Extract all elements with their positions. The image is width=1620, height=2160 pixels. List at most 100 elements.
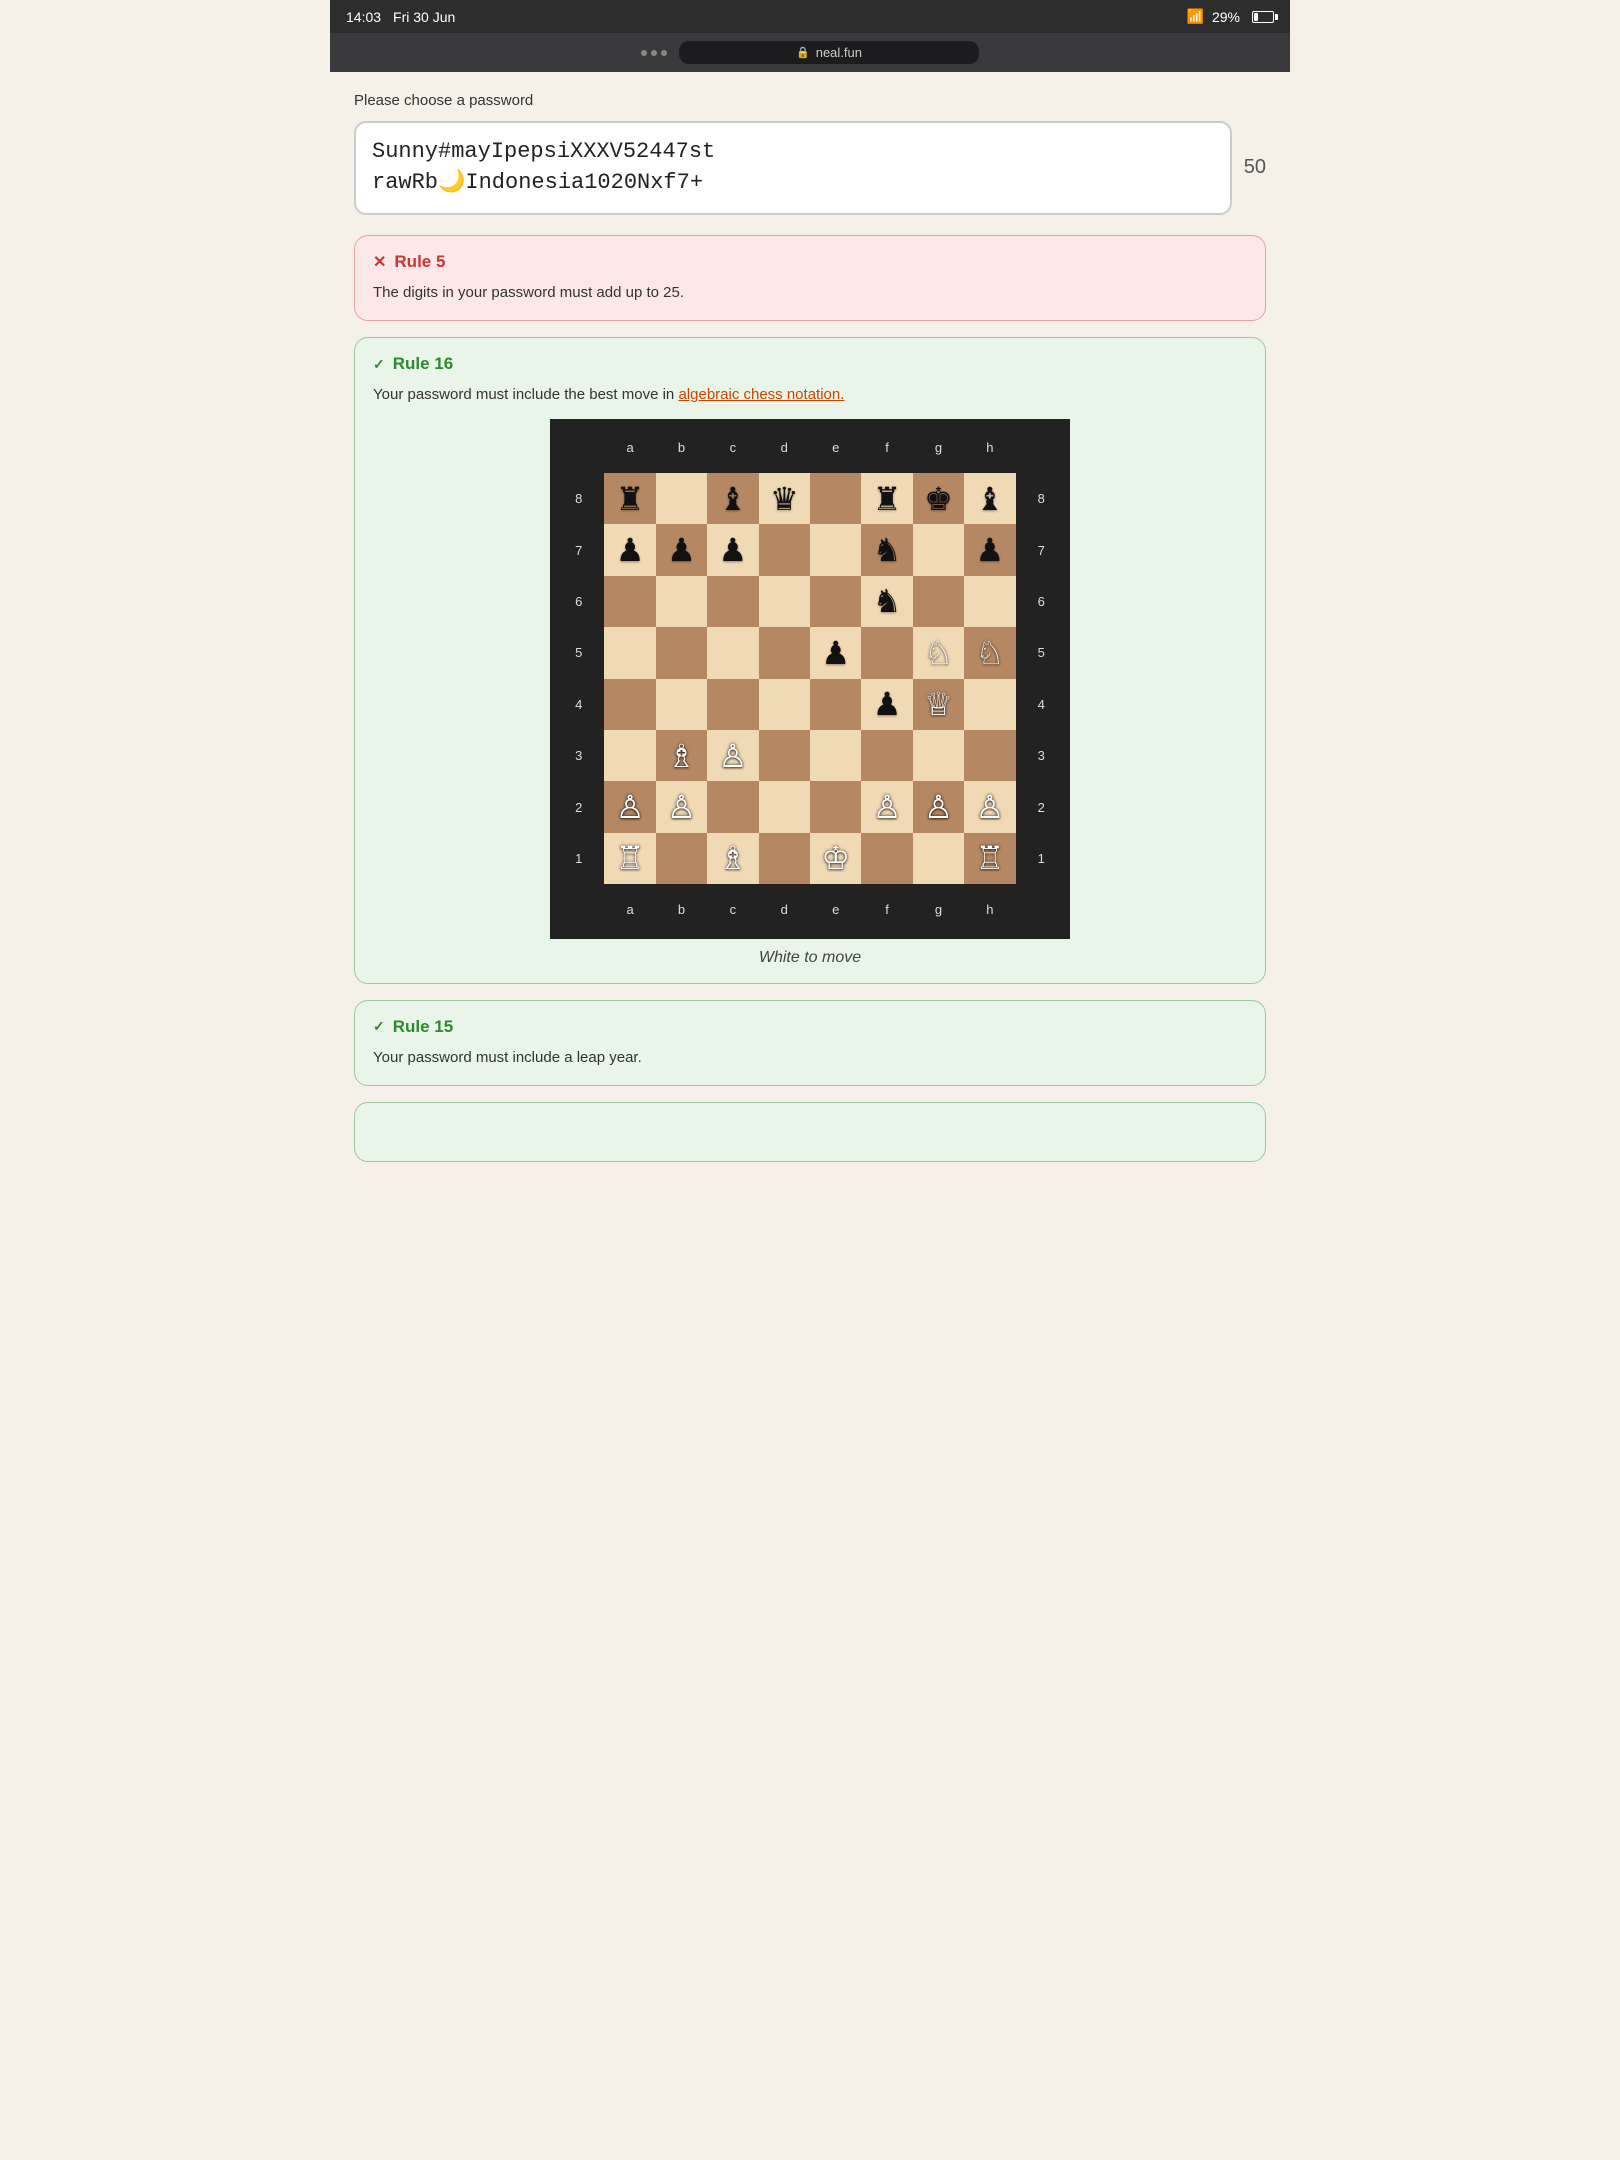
black-piece: ♛: [770, 483, 799, 515]
battery-icon: [1252, 11, 1274, 23]
board-cell: ♔: [810, 833, 861, 884]
black-piece: ♟: [667, 534, 696, 566]
coord-label: 4: [553, 679, 604, 730]
coord-label: [1016, 422, 1067, 473]
board-cell: [810, 576, 861, 627]
white-piece: ♘: [976, 637, 1005, 669]
coord-label: 2: [1016, 781, 1067, 832]
board-cell: ♟: [656, 524, 707, 575]
white-piece: ♙: [924, 791, 953, 823]
board-cell: ♟: [604, 524, 655, 575]
board-cell: ♙: [656, 781, 707, 832]
black-piece: ♟: [873, 688, 902, 720]
board-cell: ♟: [964, 524, 1015, 575]
board-cell: [707, 781, 758, 832]
password-text: Sunny#mayIpepsiXXXV52447st rawRb🌙Indones…: [372, 137, 1214, 199]
board-cell: [759, 833, 810, 884]
coord-label: 6: [553, 576, 604, 627]
board-cell: ♘: [913, 627, 964, 678]
coord-label: [553, 422, 604, 473]
coord-label: 8: [1016, 473, 1067, 524]
black-piece: ♟: [976, 534, 1005, 566]
black-piece: ♞: [873, 534, 902, 566]
coord-label: e: [810, 884, 861, 935]
main-content: Please choose a password Sunny#mayIpepsi…: [330, 72, 1290, 1198]
board-cell: [604, 730, 655, 781]
coord-label: 7: [1016, 524, 1067, 575]
board-cell: [759, 679, 810, 730]
coord-label: g: [913, 422, 964, 473]
board-cell: ♞: [861, 524, 912, 575]
black-piece: ♝: [719, 483, 748, 515]
rule-16-text-before: Your password must include the best move…: [373, 386, 678, 403]
rule-15-header: ✓ Rule 15: [373, 1017, 1247, 1037]
chess-container: abcdefgh8♜♝♛♜♚♝87♟♟♟♞♟76♞65♟♘♘54♟♕43♗♙32…: [373, 419, 1247, 967]
algebraic-chess-notation-link[interactable]: algebraic chess notation.: [678, 386, 844, 403]
browser-dot-3: [661, 50, 667, 56]
board-cell: ♗: [707, 833, 758, 884]
coord-label: 6: [1016, 576, 1067, 627]
board-cell: [913, 730, 964, 781]
board-cell: ♕: [913, 679, 964, 730]
black-piece: ♚: [924, 483, 953, 515]
coord-label: 8: [553, 473, 604, 524]
coord-label: f: [861, 884, 912, 935]
board-cell: [913, 833, 964, 884]
battery-percent: 29%: [1212, 9, 1240, 25]
black-piece: ♜: [873, 483, 902, 515]
password-line1: Sunny#mayIpepsiXXXV52447st: [372, 139, 715, 164]
board-cell: ♜: [861, 473, 912, 524]
browser-bar: 🔒 neal.fun: [330, 33, 1290, 72]
rule-16-body: Your password must include the best move…: [373, 384, 1247, 407]
chess-board: abcdefgh8♜♝♛♜♚♝87♟♟♟♞♟76♞65♟♘♘54♟♕43♗♙32…: [550, 419, 1070, 939]
board-cell: ♙: [861, 781, 912, 832]
board-cell: ♙: [964, 781, 1015, 832]
rule-15-title: Rule 15: [393, 1017, 453, 1037]
board-cell: ♟: [707, 524, 758, 575]
coord-label: a: [604, 884, 655, 935]
coord-label: d: [759, 884, 810, 935]
coord-label: 1: [553, 833, 604, 884]
rule-16-card: ✓ Rule 16 Your password must include the…: [354, 337, 1266, 984]
coord-label: c: [707, 884, 758, 935]
coord-label: 4: [1016, 679, 1067, 730]
black-piece: ♞: [873, 585, 902, 617]
white-piece: ♕: [924, 688, 953, 720]
chess-board-wrapper: abcdefgh8♜♝♛♜♚♝87♟♟♟♞♟76♞65♟♘♘54♟♕43♗♙32…: [550, 419, 1070, 939]
browser-url-bar[interactable]: 🔒 neal.fun: [679, 41, 979, 64]
rule-16-header: ✓ Rule 16: [373, 354, 1247, 374]
white-piece: ♖: [616, 842, 645, 874]
board-cell: ♗: [656, 730, 707, 781]
coord-label: d: [759, 422, 810, 473]
board-cell: ♙: [913, 781, 964, 832]
board-cell: [964, 679, 1015, 730]
white-piece: ♙: [616, 791, 645, 823]
coord-label: b: [656, 884, 707, 935]
date: Fri 30 Jun: [393, 9, 455, 25]
board-cell: ♚: [913, 473, 964, 524]
board-cell: ♙: [604, 781, 655, 832]
board-cell: [656, 833, 707, 884]
board-cell: [810, 781, 861, 832]
board-cell: [707, 576, 758, 627]
board-cell: [707, 627, 758, 678]
board-cell: ♝: [964, 473, 1015, 524]
coord-label: b: [656, 422, 707, 473]
board-cell: [759, 781, 810, 832]
white-piece: ♙: [667, 791, 696, 823]
coord-label: e: [810, 422, 861, 473]
rule-15-pass-icon: ✓: [373, 1018, 385, 1035]
browser-dot-1: [641, 50, 647, 56]
board-cell: ♟: [810, 627, 861, 678]
white-piece: ♘: [924, 637, 953, 669]
board-cell: ♖: [964, 833, 1015, 884]
rule-5-card: ✕ Rule 5 The digits in your password mus…: [354, 235, 1266, 322]
coord-label: 2: [553, 781, 604, 832]
coord-label: h: [964, 884, 1015, 935]
password-input[interactable]: Sunny#mayIpepsiXXXV52447st rawRb🌙Indones…: [354, 121, 1232, 215]
coord-label: 5: [553, 627, 604, 678]
board-cell: ♟: [861, 679, 912, 730]
white-piece: ♙: [976, 791, 1005, 823]
black-piece: ♟: [821, 637, 850, 669]
board-cell: [604, 679, 655, 730]
